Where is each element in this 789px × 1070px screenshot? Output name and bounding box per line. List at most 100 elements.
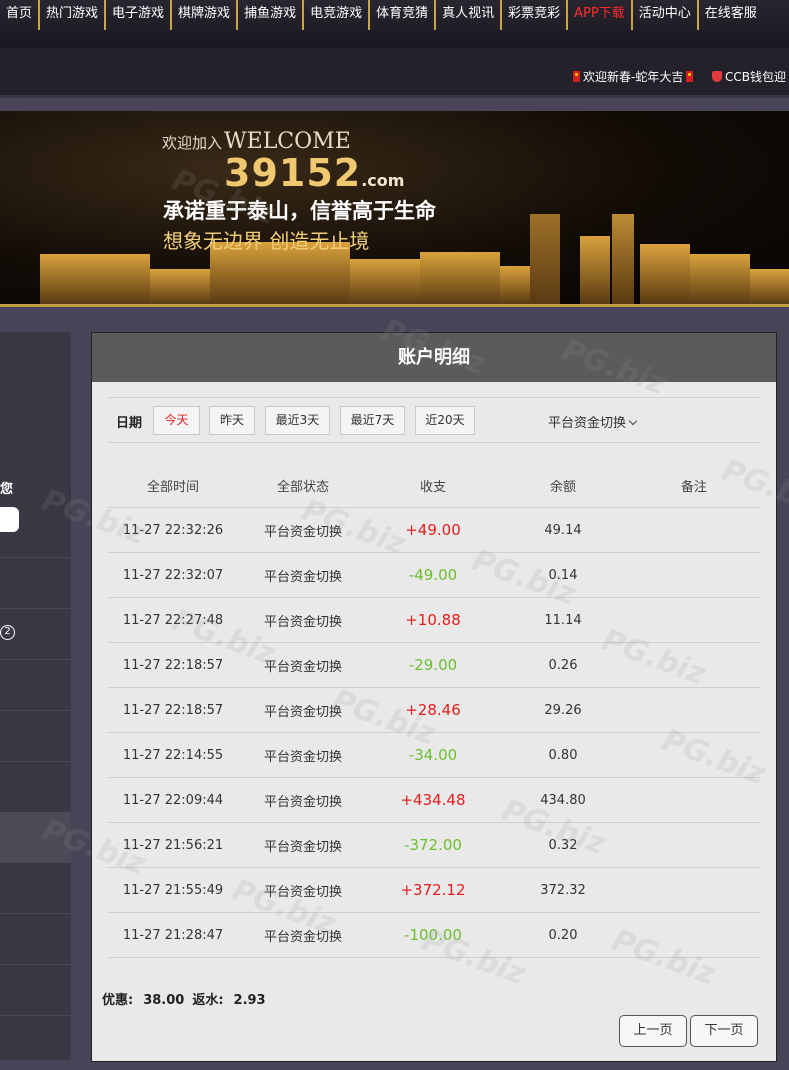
sidebar-item[interactable] (0, 914, 71, 965)
platform-switch-label: 平台资金切换 (548, 416, 627, 431)
nav-item-live-casino[interactable]: 真人视讯 (436, 0, 503, 30)
sidebar-item[interactable] (0, 660, 71, 711)
sidebar-item[interactable] (0, 711, 71, 762)
table-row: 11-27 22:27:48 平台资金切换 +10.88 11.14 (108, 598, 760, 643)
cell-balance: 11.14 (544, 612, 582, 628)
cell-time: 11-27 21:28:47 (122, 927, 224, 943)
sidebar-item-active[interactable] (0, 812, 71, 863)
cell-time: 11-27 21:55:49 (122, 882, 224, 898)
cell-status: 平台资金切换 (263, 704, 342, 720)
cell-time: 11-27 22:14:55 (122, 747, 224, 763)
table-row: 11-27 22:18:57 平台资金切换 +28.46 29.26 (108, 688, 760, 733)
filter-today-button[interactable]: 今天 (153, 406, 200, 435)
sidebar-item[interactable] (0, 965, 71, 1016)
rebate-value: 2.93 (233, 993, 266, 1008)
cell-time: 11-27 22:32:26 (122, 522, 224, 538)
filter-last7days-button[interactable]: 最近7天 (340, 406, 405, 435)
cell-status: 平台资金切换 (263, 794, 342, 810)
sidebar-item[interactable] (0, 609, 71, 660)
filter-yesterday-button[interactable]: 昨天 (209, 406, 255, 435)
flag-icon (686, 71, 694, 82)
ccb-notice[interactable]: CCB钱包迎 (712, 68, 786, 85)
date-filter-label: 日期 (116, 416, 143, 431)
cell-status: 平台资金切换 (263, 524, 342, 540)
slogan-primary: 承诺重于泰山，信誉高于生命 (163, 198, 436, 223)
cell-status: 平台资金切换 (263, 884, 342, 900)
cell-amount: +434.48 (400, 791, 466, 809)
notice-bar: 欢迎新春-蛇年大吉 CCB钱包迎 (0, 48, 789, 98)
new-year-notice[interactable]: 欢迎新春-蛇年大吉 (573, 68, 694, 85)
ccb-text: CCB钱包迎 (725, 70, 786, 84)
panel-title: 账户明细 (92, 333, 776, 382)
nav-item-home[interactable]: 首页 (0, 0, 41, 30)
table-row: 11-27 21:56:21 平台资金切换 -372.00 0.32 (108, 823, 760, 868)
cell-amount: +10.88 (405, 611, 461, 629)
nav-item-promotions[interactable]: 活动中心 (633, 0, 699, 30)
table-body: 11-27 22:32:26 平台资金切换 +49.00 49.14 11-27 22:… (108, 508, 760, 958)
site-domain: 39152.com (224, 151, 405, 195)
filter-last20days-button[interactable]: 近20天 (415, 406, 475, 435)
discount-value: 38.00 (143, 993, 185, 1008)
table-row: 11-27 21:55:49 平台资金切换 +372.12 372.32 (108, 868, 760, 913)
cell-balance: 0.80 (548, 747, 578, 763)
filter-last3days-button[interactable]: 最近3天 (265, 406, 330, 435)
column-header-time[interactable]: 全部时间 (108, 476, 238, 495)
nav-item-lottery[interactable]: 彩票竞彩 (502, 0, 569, 30)
rebate-label: 返水: (192, 993, 224, 1008)
cell-time: 11-27 22:32:07 (122, 567, 224, 583)
column-header-balance: 余额 (549, 479, 576, 495)
cell-balance: 0.32 (548, 837, 578, 853)
cell-status: 平台资金切换 (263, 749, 342, 765)
flag-icon (573, 71, 580, 82)
top-nav: 首页 热门游戏 电子游戏 棋牌游戏 捕鱼游戏 电竞游戏 体育竞猜 真人视讯 彩票竞彩 APP下载活… (0, 0, 789, 48)
cell-status: 平台资金切换 (263, 614, 342, 630)
account-details-panel: 账户明细 日期 今天 昨天 最近3天 最近7天 近20天 平台资金切换 全部时间… (91, 332, 777, 1062)
cell-time: 11-27 22:09:44 (122, 792, 224, 808)
greeting-text: 欢迎新春-蛇年大吉 (583, 70, 684, 84)
next-page-button[interactable]: 下一页 (690, 1015, 758, 1047)
table-row: 11-27 22:32:07 平台资金切换 -49.00 0.14 (108, 553, 760, 598)
table-row: 11-27 21:28:47 平台资金切换 -100.00 0.20 (108, 913, 760, 958)
cell-balance: 0.14 (548, 567, 578, 583)
cell-status: 平台资金切换 (263, 569, 342, 585)
cell-time: 11-27 22:27:48 (122, 612, 224, 628)
table-header: 全部时间 全部状态 收支 余额 备注 (108, 463, 760, 508)
discount-label: 优惠: (102, 993, 134, 1008)
cell-time: 11-27 22:18:57 (122, 702, 224, 718)
nav-item-card-games[interactable]: 棋牌游戏 (172, 0, 239, 30)
cell-amount: +28.46 (405, 701, 461, 719)
slogan-secondary: 想象无边界 创造无止境 (163, 229, 370, 253)
cell-status: 平台资金切换 (263, 659, 342, 675)
nav-item-fishing-games[interactable]: 捕鱼游戏 (238, 0, 305, 30)
cell-balance: 0.20 (548, 927, 578, 943)
table-row: 11-27 22:14:55 平台资金切换 -34.00 0.80 (108, 733, 760, 778)
promo-banner: 欢迎加入WELCOME 39152.com 承诺重于泰山，信誉高于生命 想象无边… (0, 111, 789, 307)
chevron-down-icon (628, 416, 638, 426)
table-row: 11-27 22:18:57 平台资金切换 -29.00 0.26 (108, 643, 760, 688)
nav-item-hot-games[interactable]: 热门游戏 (40, 0, 107, 30)
cell-amount: -372.00 (404, 836, 462, 854)
nav-item-slot-games[interactable]: 电子游戏 (106, 0, 173, 30)
transactions-table: 全部时间 全部状态 收支 余额 备注 11-27 22:32:26 平台资金切换 +… (108, 463, 760, 958)
nav-item-sports-betting[interactable]: 体育竞猜 (370, 0, 437, 30)
nav-item-live-support[interactable]: 在线客服 (699, 0, 763, 30)
sidebar-item[interactable] (0, 507, 71, 558)
cell-time: 11-27 21:56:21 (122, 837, 224, 853)
platform-switch-dropdown[interactable]: 平台资金切换 (548, 412, 638, 431)
table-row: 11-27 22:09:44 平台资金切换 +434.48 434.80 (108, 778, 760, 823)
prev-page-button[interactable]: 上一页 (619, 1015, 687, 1047)
city-skyline-image (40, 214, 789, 304)
nav-item-esports[interactable]: 电竞游戏 (304, 0, 371, 30)
cell-time: 11-27 22:18:57 (122, 657, 224, 673)
shield-icon (712, 71, 722, 82)
cell-amount: -34.00 (408, 746, 458, 764)
sidebar-item[interactable] (0, 863, 71, 914)
summary-line: 优惠: 38.00 返水: 2.93 (102, 989, 274, 1008)
nav-item-app-download[interactable]: APP下载 (568, 0, 633, 30)
cell-balance: 0.26 (548, 657, 578, 673)
sidebar-item[interactable] (0, 558, 71, 609)
cell-amount: +49.00 (405, 521, 461, 539)
column-header-status[interactable]: 全部状态 (238, 476, 368, 495)
cell-balance: 434.80 (540, 792, 586, 808)
cell-amount: -49.00 (408, 566, 458, 584)
